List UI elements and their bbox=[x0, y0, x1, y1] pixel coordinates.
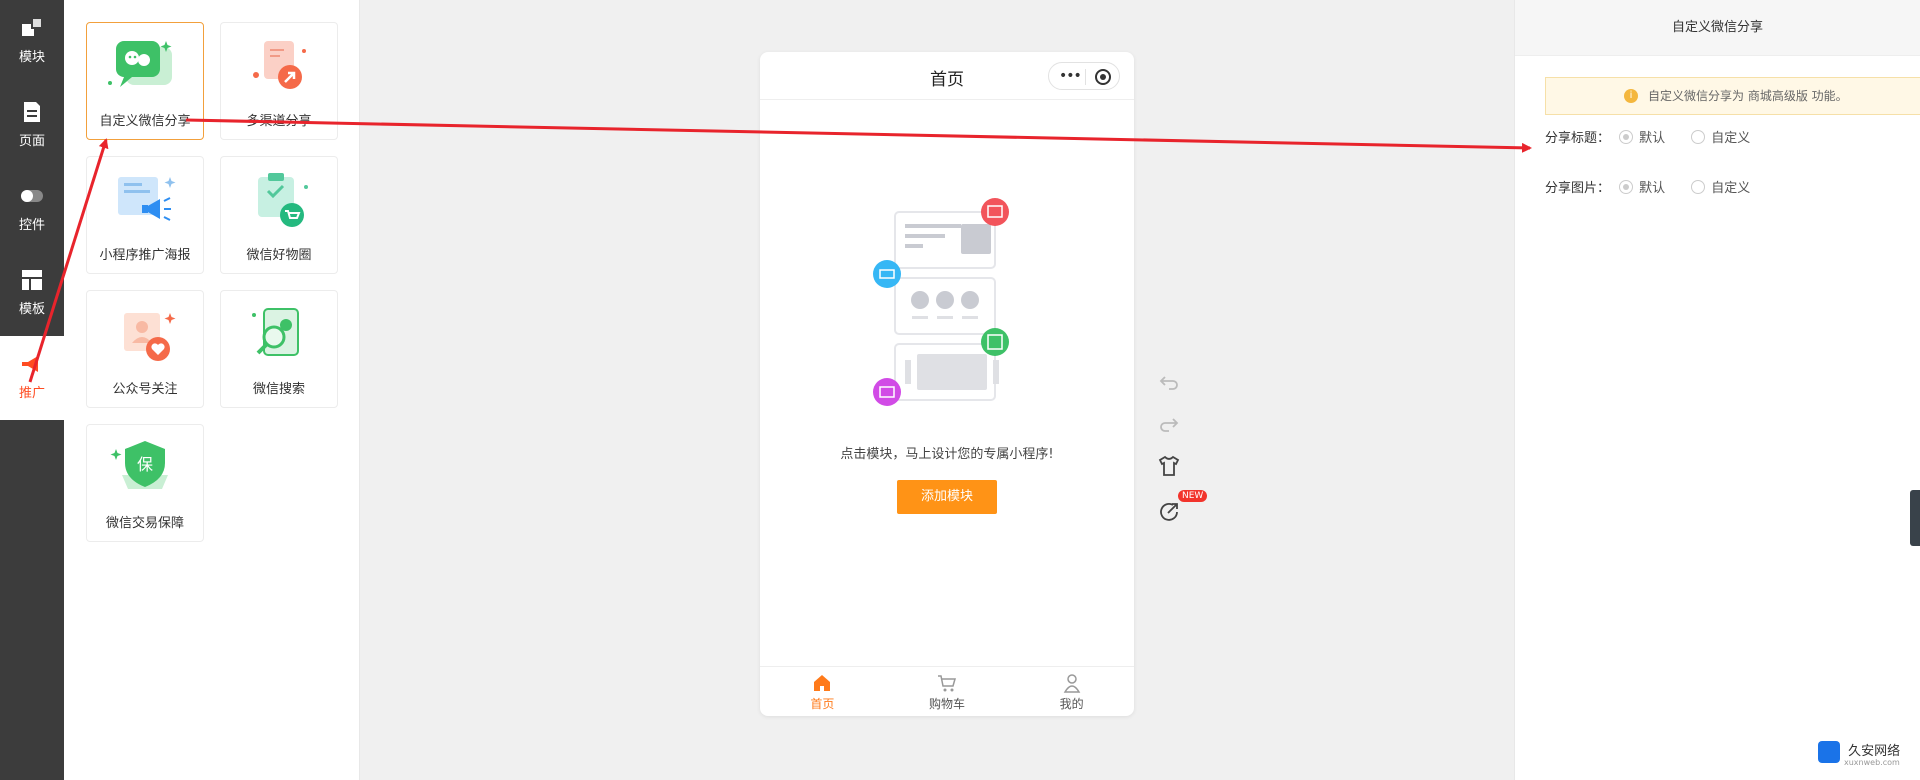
more-dots-icon[interactable]: ••• bbox=[1059, 69, 1082, 83]
share-title-custom-radio[interactable]: 自定义 bbox=[1691, 127, 1750, 146]
radio-circle bbox=[1619, 130, 1634, 144]
tab-profile[interactable]: 我的 bbox=[1009, 667, 1134, 716]
toggle-icon bbox=[21, 190, 43, 202]
theme-shirt-icon[interactable] bbox=[1157, 454, 1181, 478]
nav-label: 页面 bbox=[18, 134, 45, 149]
radio-circle bbox=[1691, 180, 1706, 194]
tab-label: 首页 bbox=[810, 697, 835, 711]
follow-account-icon bbox=[124, 313, 176, 361]
share-image-label: 分享图片： bbox=[1545, 181, 1611, 196]
module-label: 小程序推广海报 bbox=[99, 248, 191, 263]
share-title-row: 分享标题： 默认 自定义 bbox=[1545, 127, 1772, 146]
wechat-search-icon bbox=[252, 308, 299, 356]
tab-home[interactable]: 首页 bbox=[760, 667, 885, 716]
settings-title: 自定义微信分享 bbox=[1515, 0, 1920, 56]
upgrade-notice: i 自定义微信分享为 商城高级版 功能。 bbox=[1545, 77, 1920, 115]
share-link-icon[interactable] bbox=[1157, 500, 1181, 524]
new-badge: NEW bbox=[1178, 490, 1208, 502]
watermark-domain: xuxnweb.com bbox=[1844, 758, 1900, 767]
module-label: 微信好物圈 bbox=[246, 248, 312, 263]
share-title-label: 分享标题： bbox=[1545, 131, 1611, 146]
radio-circle bbox=[1619, 180, 1634, 194]
add-module-button[interactable]: 添加模块 bbox=[897, 480, 997, 514]
user-icon bbox=[1063, 674, 1080, 693]
blocks-icon bbox=[22, 17, 43, 36]
undo-icon[interactable] bbox=[1157, 369, 1181, 393]
megaphone-icon bbox=[22, 356, 38, 372]
nav-item-templates[interactable]: 模板 bbox=[0, 252, 64, 336]
phone-preview: 首页 ••• 点击模块，马上设计您的专属小程序! 添加模块 首页 购物车 我的 bbox=[760, 52, 1134, 716]
module-label: 微信搜索 bbox=[252, 382, 305, 397]
module-label: 公众号关注 bbox=[112, 382, 178, 397]
multi-channel-share-icon bbox=[253, 41, 306, 89]
module-label: 微信交易保障 bbox=[105, 516, 184, 531]
tab-label: 我的 bbox=[1059, 697, 1084, 711]
redo-icon[interactable] bbox=[1157, 411, 1181, 435]
module-card-wechat-goods-circle[interactable]: 微信好物圈 bbox=[220, 156, 338, 274]
share-image-default-radio[interactable]: 默认 bbox=[1619, 177, 1665, 196]
nav-label: 推广 bbox=[18, 386, 45, 401]
module-card-poster[interactable]: 小程序推广海报 bbox=[86, 156, 204, 274]
nav-label: 控件 bbox=[18, 218, 45, 233]
svg-text:保: 保 bbox=[137, 455, 153, 474]
module-card-trade-guarantee[interactable]: 保 微信交易保障 bbox=[86, 424, 204, 542]
nav-item-modules[interactable]: 模块 bbox=[0, 0, 64, 84]
share-title-default-radio[interactable]: 默认 bbox=[1619, 127, 1665, 146]
watermark: 久安网络 xuxnweb.com bbox=[1818, 740, 1901, 767]
capsule-divider bbox=[1085, 69, 1086, 85]
radio-label: 自定义 bbox=[1711, 181, 1751, 196]
radio-label: 默认 bbox=[1639, 181, 1666, 196]
module-card-wechat-search[interactable]: 微信搜索 bbox=[220, 290, 338, 408]
tab-label: 购物车 bbox=[929, 697, 966, 711]
module-panel: 自定义微信分享 多渠道分享 小程序推广海报 微信好物圈 公众号关注 微信搜索 保… bbox=[64, 0, 360, 780]
nav-label: 模板 bbox=[18, 302, 45, 317]
cart-icon bbox=[938, 675, 956, 692]
left-nav: 模块 页面 控件 模板 推广 bbox=[0, 0, 64, 780]
module-card-wechat-share[interactable]: 自定义微信分享 bbox=[86, 22, 204, 140]
module-label: 多渠道分享 bbox=[246, 114, 312, 129]
nav-item-pages[interactable]: 页面 bbox=[0, 84, 64, 168]
trade-guarantee-icon: 保 bbox=[110, 441, 168, 489]
nav-item-widgets[interactable]: 控件 bbox=[0, 168, 64, 252]
module-card-multi-channel-share[interactable]: 多渠道分享 bbox=[220, 22, 338, 140]
notice-text: 自定义微信分享为 商城高级版 功能。 bbox=[1648, 89, 1848, 103]
nav-label: 模块 bbox=[18, 50, 45, 65]
wechat-share-icon bbox=[108, 41, 172, 87]
mini-program-capsule[interactable]: ••• bbox=[1048, 62, 1120, 90]
module-card-follow-account[interactable]: 公众号关注 bbox=[86, 290, 204, 408]
module-label: 自定义微信分享 bbox=[99, 114, 191, 129]
poster-icon bbox=[118, 177, 176, 221]
empty-page-illustration bbox=[873, 198, 1009, 406]
tab-cart[interactable]: 购物车 bbox=[885, 667, 1010, 716]
info-icon: i bbox=[1624, 89, 1638, 103]
wechat-goods-circle-icon bbox=[258, 173, 308, 227]
share-image-row: 分享图片： 默认 自定义 bbox=[1545, 177, 1772, 196]
page-icon bbox=[24, 102, 40, 122]
brand-logo-icon bbox=[1818, 740, 1840, 763]
template-icon bbox=[22, 270, 42, 290]
phone-header: 首页 ••• bbox=[760, 52, 1134, 100]
close-target-icon[interactable] bbox=[1095, 69, 1111, 85]
share-image-custom-radio[interactable]: 自定义 bbox=[1691, 177, 1750, 196]
radio-circle bbox=[1691, 130, 1706, 144]
home-icon bbox=[814, 675, 831, 691]
watermark-brand: 久安网络 bbox=[1848, 744, 1901, 759]
tab-bar: 首页 购物车 我的 bbox=[760, 666, 1134, 716]
radio-label: 默认 bbox=[1639, 131, 1666, 146]
settings-panel: 自定义微信分享 i 自定义微信分享为 商城高级版 功能。 分享标题： 默认 自定… bbox=[1514, 0, 1920, 780]
empty-hint-text: 点击模块，马上设计您的专属小程序! bbox=[840, 447, 1054, 462]
nav-item-promotion[interactable]: 推广 bbox=[0, 336, 64, 420]
radio-label: 自定义 bbox=[1711, 131, 1751, 146]
floating-side-widget[interactable] bbox=[1910, 490, 1920, 546]
